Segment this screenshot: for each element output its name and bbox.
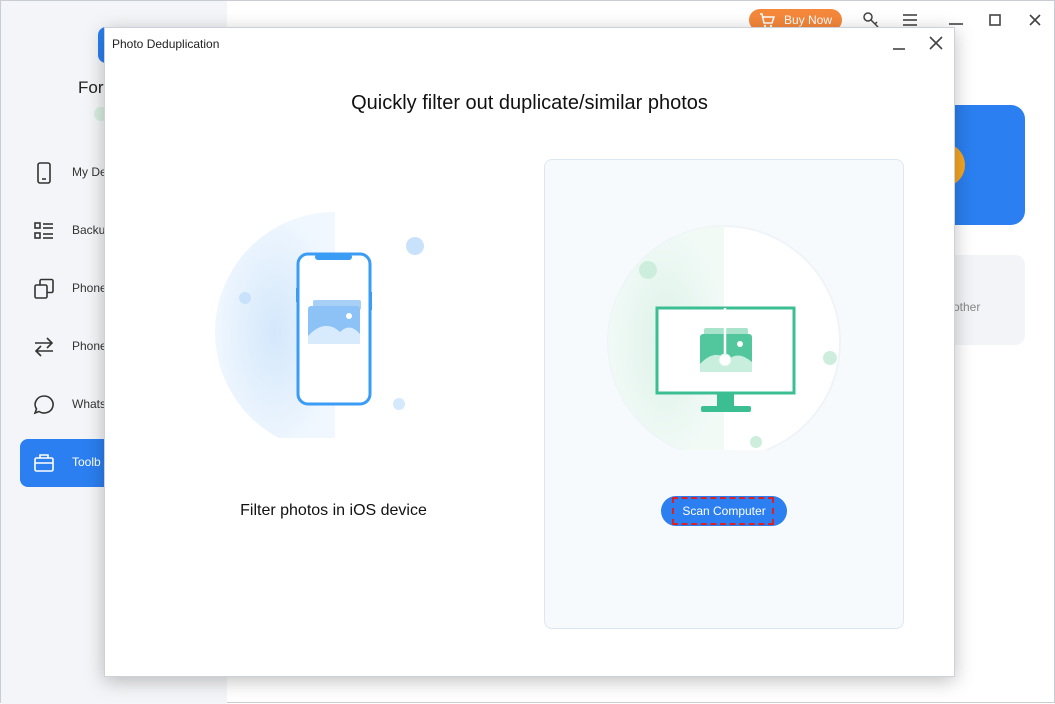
- buy-now-label: Buy Now: [784, 13, 833, 27]
- phone-illustration-icon: [296, 252, 372, 406]
- main-window: For My De Backu Phone Phone Whats Toolb: [0, 0, 1055, 704]
- dialog-title: Photo Deduplication: [112, 37, 220, 51]
- photo-deduplication-dialog: Photo Deduplication Quickly filter out d…: [104, 27, 955, 677]
- sidebar-item-label: Backu: [72, 223, 106, 237]
- decor-dot: [823, 351, 837, 365]
- scan-computer-button[interactable]: Scan Computer: [661, 496, 787, 526]
- close-icon[interactable]: [927, 34, 945, 52]
- sidebar-item-label: Phone: [72, 339, 107, 353]
- sidebar-item-label: Whats: [72, 397, 107, 411]
- background-card-label: other: [953, 300, 981, 314]
- toolbox-icon: [34, 454, 54, 472]
- computer-illustration: [607, 225, 841, 450]
- copy-icon: [34, 278, 54, 299]
- computer-option-panel[interactable]: Scan Computer: [544, 159, 904, 629]
- sidebar-item-label: Toolb: [72, 455, 101, 469]
- sidebar-item-label: My De: [72, 165, 107, 179]
- ios-device-option[interactable]: [215, 208, 475, 438]
- decor-dot: [639, 261, 657, 279]
- list-icon: [34, 222, 53, 239]
- dialog-headline: Quickly filter out duplicate/similar pho…: [351, 92, 708, 114]
- decor-dot: [239, 292, 251, 304]
- phone-icon: [37, 162, 51, 184]
- decor-dot: [750, 436, 762, 448]
- cart-icon: [760, 13, 775, 28]
- highlight-box: [672, 497, 774, 525]
- decor-dot: [406, 237, 424, 255]
- transfer-arrows-icon: [34, 337, 54, 357]
- ios-option-label: Filter photos in iOS device: [240, 502, 427, 519]
- app-name: For: [78, 78, 104, 97]
- decor-dot: [393, 398, 405, 410]
- chat-bubble-icon: [33, 395, 54, 415]
- minimize-icon[interactable]: [890, 36, 908, 54]
- sidebar-item-label: Phone: [72, 281, 107, 295]
- maximize-icon[interactable]: [985, 10, 1005, 30]
- close-icon[interactable]: [1025, 10, 1045, 30]
